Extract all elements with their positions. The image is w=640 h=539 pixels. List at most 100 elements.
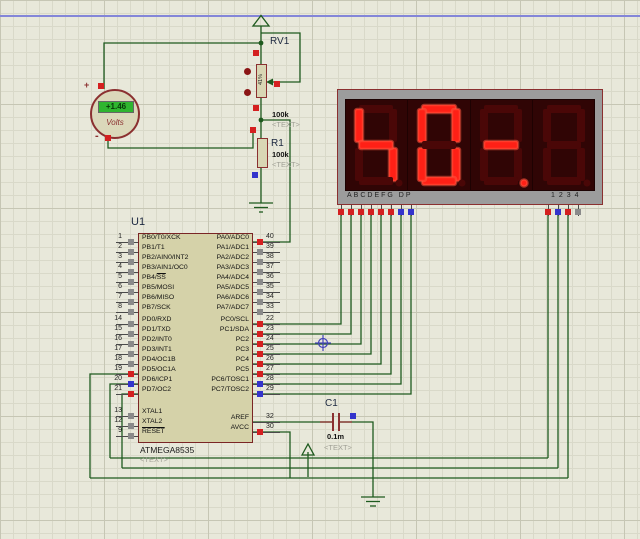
pin-number-24: 24 bbox=[266, 335, 274, 342]
pin-number-22: 22 bbox=[266, 315, 274, 322]
voltmeter-plus-terminal bbox=[98, 83, 104, 89]
pin-number-26: 26 bbox=[266, 355, 274, 362]
pin-state-30 bbox=[257, 429, 263, 435]
rv1-top-terminal bbox=[253, 50, 259, 56]
seg-pin-E-state bbox=[378, 209, 384, 215]
rv1-increase-button[interactable] bbox=[244, 68, 251, 75]
pin-label-PA7/ADC7: PA7/ADC7 bbox=[216, 304, 249, 311]
r1-top-terminal bbox=[250, 127, 256, 133]
pin-number-36: 36 bbox=[266, 273, 274, 280]
pin-state-15 bbox=[128, 331, 134, 337]
pin-number-12: 12 bbox=[114, 417, 122, 424]
voltmeter-minus-terminal bbox=[105, 135, 111, 141]
wire bbox=[103, 42, 261, 89]
ground-terminal-icon bbox=[251, 14, 271, 27]
chip-placeholder-label: <TEXT> bbox=[140, 455, 168, 464]
pin-state-24 bbox=[257, 341, 263, 347]
r1-placeholder-label: <TEXT> bbox=[272, 160, 300, 169]
pin-label-PC7/TOSC2: PC7/TOSC2 bbox=[211, 386, 249, 393]
pin-state-20 bbox=[128, 381, 134, 387]
pin-state-23 bbox=[257, 331, 263, 337]
wire bbox=[121, 393, 138, 468]
pin-label-PA5/ADC5: PA5/ADC5 bbox=[216, 284, 249, 291]
pin-number-5: 5 bbox=[118, 273, 122, 280]
voltmeter-reading: +1.46 bbox=[98, 101, 134, 113]
pin-stub-9 bbox=[116, 436, 138, 437]
c1-value-label: 0.1m bbox=[327, 432, 345, 441]
r1-bottom-terminal bbox=[252, 172, 258, 178]
pin-label-PA1/ADC1: PA1/ADC1 bbox=[216, 244, 249, 251]
c1-terminal bbox=[350, 413, 356, 419]
pin-state-17 bbox=[128, 351, 134, 357]
pin-stub-21 bbox=[116, 394, 138, 395]
pin-number-7: 7 bbox=[118, 293, 122, 300]
pin-label-PA3/ADC3: PA3/ADC3 bbox=[216, 264, 249, 271]
chip-part-label: ATMEGA8535 bbox=[140, 445, 195, 455]
pin-label-AREF: AREF bbox=[230, 414, 249, 421]
junction-dot bbox=[258, 40, 264, 46]
r1-value-label: 100k bbox=[272, 150, 289, 159]
pin-label-PA0/ADC0: PA0/ADC0 bbox=[216, 234, 249, 241]
pin-state-27 bbox=[257, 371, 263, 377]
pin-label-PC5: PC5 bbox=[235, 366, 249, 373]
pin-number-39: 39 bbox=[266, 243, 274, 250]
pin-state-13 bbox=[128, 413, 134, 419]
pin-label-PC0/SCL: PC0/SCL bbox=[220, 316, 249, 323]
pin-state-2 bbox=[128, 249, 134, 255]
pin-number-9: 9 bbox=[118, 427, 122, 434]
pin-state-35 bbox=[257, 289, 263, 295]
pin-state-4 bbox=[128, 269, 134, 275]
resistor-r1[interactable] bbox=[257, 138, 268, 168]
pin-stub-8 bbox=[116, 312, 138, 313]
pin-label-PC1/SDA: PC1/SDA bbox=[219, 326, 249, 333]
pin-number-20: 20 bbox=[114, 375, 122, 382]
digit-4 bbox=[533, 99, 595, 191]
pin-state-7 bbox=[128, 299, 134, 305]
pin-number-3: 3 bbox=[118, 253, 122, 260]
pin-label-PC3: PC3 bbox=[235, 346, 249, 353]
pin-label-PC2: PC2 bbox=[235, 336, 249, 343]
rv1-value-label: 100k bbox=[272, 110, 289, 119]
pin-number-6: 6 bbox=[118, 283, 122, 290]
digit-3 bbox=[470, 99, 533, 191]
pin-state-26 bbox=[257, 361, 263, 367]
pin-label-PA6/ADC6: PA6/ADC6 bbox=[216, 294, 249, 301]
pin-label-AVCC: AVCC bbox=[230, 424, 249, 431]
pin-number-30: 30 bbox=[266, 423, 274, 430]
wire bbox=[107, 132, 254, 149]
pin-state-37 bbox=[257, 269, 263, 275]
pin-number-8: 8 bbox=[118, 303, 122, 310]
digit-2 bbox=[408, 99, 471, 191]
junction-dot bbox=[258, 117, 264, 123]
pin-state-3 bbox=[128, 259, 134, 265]
pin-state-29 bbox=[257, 391, 263, 397]
pin-state-28 bbox=[257, 381, 263, 387]
rv1-decrease-button[interactable] bbox=[244, 89, 251, 96]
pin-number-37: 37 bbox=[266, 263, 274, 270]
seg-pin-C-state bbox=[358, 209, 364, 215]
pin-label-PA4/ADC4: PA4/ADC4 bbox=[216, 274, 249, 281]
c1-ref-label: C1 bbox=[325, 398, 338, 409]
pin-state-39 bbox=[257, 249, 263, 255]
pin-number-23: 23 bbox=[266, 325, 274, 332]
digit-pin-4-state bbox=[575, 209, 581, 215]
pin-number-19: 19 bbox=[114, 365, 122, 372]
pin-state-40 bbox=[257, 239, 263, 245]
pin-number-17: 17 bbox=[114, 345, 122, 352]
sheet-border-line bbox=[0, 15, 640, 17]
pin-number-25: 25 bbox=[266, 345, 274, 352]
digit-pin-1-state bbox=[545, 209, 551, 215]
display-segment-labels: ABCDEFG DP bbox=[347, 192, 413, 199]
seg-pin-G-state bbox=[398, 209, 404, 215]
pin-state-6 bbox=[128, 289, 134, 295]
pin-state-25 bbox=[257, 351, 263, 357]
pin-state-36 bbox=[257, 279, 263, 285]
pin-state-14 bbox=[128, 321, 134, 327]
r1-ref-label: R1 bbox=[271, 138, 284, 149]
pin-number-13: 13 bbox=[114, 407, 122, 414]
pin-number-14: 14 bbox=[114, 315, 122, 322]
pin-state-1 bbox=[128, 239, 134, 245]
wire bbox=[340, 421, 374, 497]
pin-number-38: 38 bbox=[266, 253, 274, 260]
pin-number-1: 1 bbox=[118, 233, 122, 240]
